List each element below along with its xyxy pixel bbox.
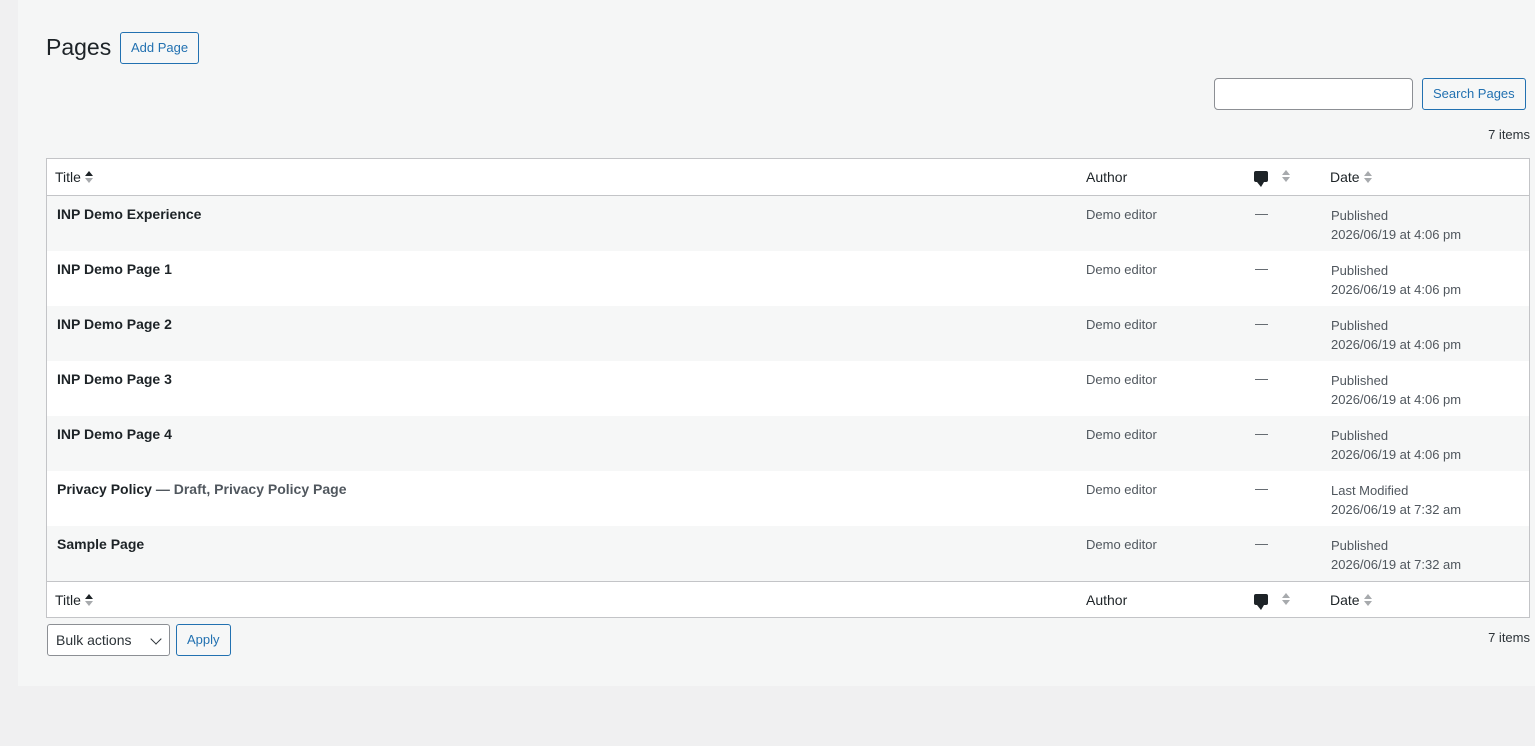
sort-arrows-icon <box>1282 592 1292 605</box>
row-title: INP Demo Page 3 <box>57 371 172 387</box>
row-status: Published <box>1331 373 1389 388</box>
row-date-value: 2026/06/19 at 4:06 pm <box>1331 227 1462 242</box>
row-date-value: 2026/06/19 at 7:32 am <box>1331 502 1462 517</box>
table-footer: Title Author Date <box>47 581 1529 617</box>
row-date: Published 2026/06/19 at 4:06 pm <box>1331 426 1461 464</box>
table-row: INP Demo Experience Demo editor — Published… <box>47 196 1529 251</box>
table-row: Privacy Policy — Draft, Privacy Policy P… <box>47 471 1529 526</box>
row-title: Sample Page <box>57 536 145 552</box>
table-row: INP Demo Page 3 Demo editor — Published 2026… <box>47 361 1529 416</box>
row-title: INP Demo Page 4 <box>57 426 172 442</box>
bulk-actions-select[interactable]: Bulk actions <box>47 624 170 656</box>
bulk-actions-value: Bulk actions <box>56 632 132 648</box>
column-date-label: Date <box>1330 592 1360 608</box>
column-title[interactable]: Title <box>55 169 95 185</box>
row-date: Last Modified 2026/06/19 at 7:32 am <box>1331 481 1461 519</box>
page-title-link[interactable]: Sample Page <box>57 536 144 552</box>
page-title-link[interactable]: INP Demo Page 2 <box>57 316 172 332</box>
sort-arrows-icon <box>1363 594 1374 606</box>
column-author: Author <box>1086 592 1128 608</box>
row-status: Published <box>1331 208 1389 223</box>
row-comments: — <box>1255 481 1268 496</box>
row-date: Published 2026/06/19 at 4:06 pm <box>1331 206 1461 244</box>
sort-arrows-icon <box>84 594 95 606</box>
column-title-label: Title <box>55 169 81 185</box>
apply-button[interactable]: Apply <box>176 624 231 656</box>
row-author[interactable]: Demo editor <box>1086 207 1157 222</box>
page-title-link[interactable]: INP Demo Page 1 <box>57 261 172 277</box>
row-title: INP Demo Experience <box>57 206 202 222</box>
row-date-value: 2026/06/19 at 4:06 pm <box>1331 447 1462 462</box>
column-comments[interactable] <box>1254 169 1292 187</box>
sort-arrows-icon <box>1363 171 1374 183</box>
row-date-value: 2026/06/19 at 4:06 pm <box>1331 282 1462 297</box>
table-row: INP Demo Page 4 Demo editor — Published 2026… <box>47 416 1529 471</box>
items-count: 7 items <box>1488 630 1530 645</box>
sort-arrows-icon <box>84 171 95 183</box>
page-title-link[interactable]: Privacy Policy — Draft, Privacy Policy P… <box>57 481 346 497</box>
column-date[interactable]: Date <box>1330 592 1374 608</box>
chevron-down-icon <box>150 633 162 645</box>
row-date: Published 2026/06/19 at 4:06 pm <box>1331 371 1461 409</box>
row-author[interactable]: Demo editor <box>1086 482 1157 497</box>
page-title: Pages <box>46 34 112 60</box>
row-comments: — <box>1255 261 1268 276</box>
comment-bubble-icon <box>1254 594 1268 610</box>
row-date-value: 2026/06/19 at 7:32 am <box>1331 557 1462 572</box>
table-row: INP Demo Page 1 Demo editor — Published 2026… <box>47 251 1529 306</box>
pages-table: Title Author Date INP Demo Experience Dem… <box>46 158 1530 618</box>
row-title: INP Demo Page 1 <box>57 261 172 277</box>
row-date-value: 2026/06/19 at 4:06 pm <box>1331 392 1462 407</box>
row-status: Published <box>1331 318 1389 333</box>
items-count: 7 items <box>1488 127 1530 142</box>
add-page-button[interactable]: Add Page <box>120 32 200 64</box>
row-status: Published <box>1331 538 1389 553</box>
post-state: — Draft, Privacy Policy Page <box>151 481 347 497</box>
row-date: Published 2026/06/19 at 7:32 am <box>1331 536 1461 574</box>
row-date: Published 2026/06/19 at 4:06 pm <box>1331 316 1461 354</box>
column-date-label: Date <box>1330 169 1360 185</box>
row-author[interactable]: Demo editor <box>1086 372 1157 387</box>
row-comments: — <box>1255 371 1268 386</box>
row-status: Last Modified <box>1331 483 1409 498</box>
column-title-label: Title <box>55 592 81 608</box>
column-comments[interactable] <box>1254 592 1292 610</box>
row-date: Published 2026/06/19 at 4:06 pm <box>1331 261 1461 299</box>
column-title[interactable]: Title <box>55 592 95 608</box>
row-comments: — <box>1255 426 1268 441</box>
row-comments: — <box>1255 316 1268 331</box>
page-title-link[interactable]: INP Demo Page 4 <box>57 426 172 442</box>
table-row: INP Demo Page 2 Demo editor — Published 2026… <box>47 306 1529 361</box>
main-content: Pages Add Page Search Pages 7 items Titl… <box>18 0 1535 686</box>
sort-arrows-icon <box>1282 169 1292 182</box>
table-header: Title Author Date <box>47 159 1529 196</box>
row-title: Privacy Policy <box>57 481 152 497</box>
comment-bubble-icon <box>1254 171 1268 187</box>
row-author[interactable]: Demo editor <box>1086 262 1157 277</box>
page-title-link[interactable]: INP Demo Experience <box>57 206 201 222</box>
table-row: Sample Page Demo editor — Published 2026/06/… <box>47 526 1529 581</box>
column-author: Author <box>1086 169 1128 185</box>
search-pages-button[interactable]: Search Pages <box>1422 78 1526 110</box>
row-comments: — <box>1255 536 1268 551</box>
row-author[interactable]: Demo editor <box>1086 537 1157 552</box>
row-status: Published <box>1331 428 1389 443</box>
page-title-link[interactable]: INP Demo Page 3 <box>57 371 172 387</box>
search-input[interactable] <box>1214 78 1413 110</box>
row-author[interactable]: Demo editor <box>1086 427 1157 442</box>
row-status: Published <box>1331 263 1389 278</box>
row-author[interactable]: Demo editor <box>1086 317 1157 332</box>
row-comments: — <box>1255 206 1268 221</box>
column-date[interactable]: Date <box>1330 169 1374 185</box>
row-date-value: 2026/06/19 at 4:06 pm <box>1331 337 1462 352</box>
row-title: INP Demo Page 2 <box>57 316 172 332</box>
